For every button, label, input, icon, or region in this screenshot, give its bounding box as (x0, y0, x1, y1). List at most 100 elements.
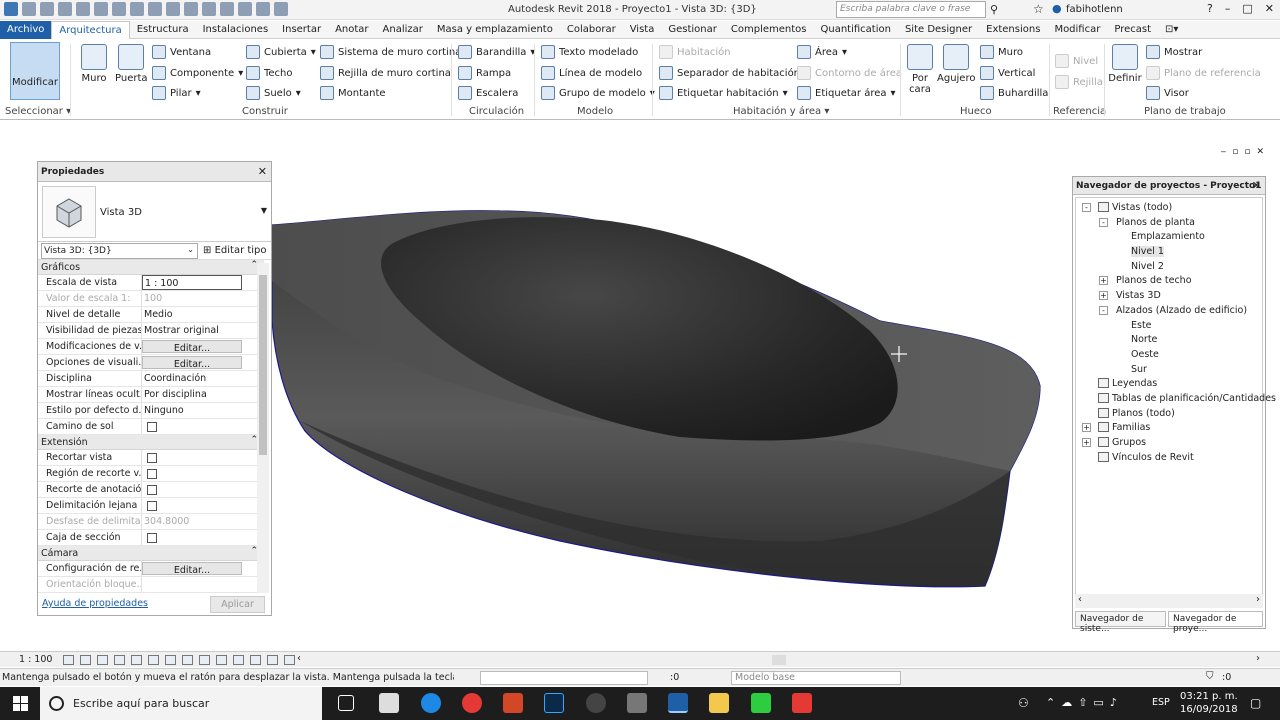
model-group-button[interactable]: Grupo de modelo ▾ (541, 86, 655, 100)
by-face-button[interactable]: Por cara (905, 44, 935, 95)
dormer-button[interactable]: Buhardilla (980, 86, 1048, 100)
tree-node[interactable]: Tablas de planificación/Cantidades (1076, 392, 1276, 407)
reveal-hidden-icon[interactable] (216, 655, 227, 665)
tree-node-label[interactable]: Grupos (1112, 437, 1146, 448)
tree-node[interactable]: Vínculos de Revit (1076, 451, 1262, 466)
curtain-system-button[interactable]: Sistema de muro cortina (320, 45, 461, 59)
collapse-icon[interactable]: - (1099, 217, 1108, 227)
railing-button[interactable]: Barandilla ▾ (458, 45, 535, 59)
undo-icon[interactable] (76, 2, 90, 16)
expand-icon[interactable]: + (1082, 438, 1091, 447)
room-button[interactable]: Habitación (659, 45, 731, 59)
properties-section[interactable]: Cámara ⌃ (38, 546, 264, 561)
chevron-down-icon[interactable]: ▼ (261, 206, 267, 215)
help-icon[interactable]: ? (1207, 2, 1213, 15)
tree-node[interactable]: Sur (1076, 363, 1262, 378)
checkbox[interactable] (147, 501, 157, 511)
curtain-grid-button[interactable]: Rejilla de muro cortina (320, 66, 451, 80)
ref-plane-button[interactable]: Plano de referencia (1146, 66, 1261, 80)
photoshop-icon[interactable] (544, 693, 564, 713)
select-group-label[interactable]: Seleccionar ▾ (5, 106, 71, 117)
visual-style-icon[interactable] (80, 655, 91, 665)
tree-node[interactable]: + Grupos (1076, 436, 1262, 451)
ceiling-button[interactable]: Techo (246, 66, 293, 80)
crop-region-icon[interactable] (165, 655, 176, 665)
view-window-controls[interactable]: ‒▫▫✕ (1221, 147, 1270, 157)
tree-node-label[interactable]: Alzados (Alzado de edificio) (1116, 305, 1247, 316)
property-checkbox[interactable] (142, 419, 242, 434)
tree-node-label[interactable]: Planos de techo (1116, 275, 1192, 286)
instance-selector[interactable]: Vista 3D: {3D} ⌄ (41, 243, 198, 259)
shaft-button[interactable]: Agujero (937, 44, 975, 84)
tab-site-designer[interactable]: Site Designer (898, 21, 979, 39)
tab-colaborar[interactable]: Colaborar (560, 21, 623, 39)
store-icon[interactable] (379, 693, 399, 713)
sun-path-icon[interactable] (97, 655, 108, 665)
property-value[interactable]: Por disciplina (142, 387, 242, 402)
properties-help-link[interactable]: Ayuda de propiedades (42, 598, 148, 609)
task-view-icon[interactable] (338, 695, 354, 711)
checkbox[interactable] (147, 422, 157, 432)
door-button[interactable]: Puerta (115, 44, 148, 84)
type-selector[interactable]: Vista 3D ▼ (38, 182, 271, 242)
view-scale[interactable]: 1 : 100 (19, 654, 52, 665)
property-value[interactable]: Coordinación (142, 371, 242, 386)
tab-analizar[interactable]: Analizar (376, 21, 430, 39)
model-text-button[interactable]: Texto modelado (541, 45, 638, 59)
edit-button[interactable]: Editar... (142, 562, 242, 575)
tab-estructura[interactable]: Estructura (130, 21, 196, 39)
vertical-opening-button[interactable]: Vertical (980, 66, 1035, 80)
windows-start-icon[interactable] (13, 696, 29, 712)
open-icon[interactable] (22, 2, 36, 16)
ribbon-minimize-icon[interactable]: ⊡▾ (1158, 21, 1185, 39)
tree-node[interactable]: Nivel 1 (1076, 245, 1262, 260)
preview-icon[interactable] (284, 655, 295, 665)
mullion-button[interactable]: Montante (320, 86, 386, 100)
set-workplane-button[interactable]: Definir (1108, 44, 1142, 84)
property-checkbox[interactable] (142, 498, 242, 513)
redo-icon[interactable] (94, 2, 108, 16)
modify-button[interactable]: Modificar (10, 42, 60, 100)
analytical-model-icon[interactable] (233, 655, 244, 665)
wall-button[interactable]: Muro (80, 44, 108, 84)
property-checkbox[interactable] (142, 466, 242, 481)
recorder-icon[interactable] (792, 693, 812, 713)
properties-section[interactable]: Extensión ⌃ (38, 435, 264, 450)
tab-extensions[interactable]: Extensions (979, 21, 1047, 39)
tree-node[interactable]: - Planos de planta (1076, 216, 1262, 231)
expand-icon[interactable]: + (1082, 423, 1091, 433)
measure-icon[interactable] (130, 2, 144, 16)
tree-node[interactable]: - Alzados (Alzado de edificio) (1076, 304, 1262, 319)
scroll-right-icon[interactable]: › (1256, 653, 1260, 664)
property-value[interactable]: Mostrar original (142, 323, 242, 338)
area-boundary-button[interactable]: Contorno de área (797, 66, 902, 80)
tab-gestionar[interactable]: Gestionar (661, 21, 724, 39)
tab-arquitectura[interactable]: Arquitectura (51, 20, 130, 39)
room-area-group-label[interactable]: Habitación y área ▾ (733, 106, 829, 117)
tree-node-label[interactable]: Emplazamiento (1131, 231, 1205, 242)
edit-button[interactable]: Editar... (142, 356, 242, 369)
tree-node-label[interactable]: Oeste (1131, 349, 1159, 360)
tree-node-label[interactable]: Leyendas (1112, 378, 1157, 389)
area-button[interactable]: Área ▾ (797, 45, 847, 59)
tab-masa-y-emplazamiento[interactable]: Masa y emplazamiento (430, 21, 560, 39)
close-icon[interactable]: ✕ (1265, 2, 1274, 15)
close-icon[interactable]: ✕ (258, 165, 267, 178)
person-icon[interactable]: ⚇ (1018, 696, 1029, 710)
app-icon[interactable] (586, 693, 606, 713)
print-icon[interactable] (112, 2, 126, 16)
checkbox[interactable] (147, 485, 157, 495)
tree-node-label[interactable]: Familias (1112, 422, 1150, 433)
tab-instalaciones[interactable]: Instalaciones (196, 21, 276, 39)
tab-insertar[interactable]: Insertar (275, 21, 328, 39)
model-line-button[interactable]: Línea de modelo (541, 66, 642, 80)
apply-button[interactable]: Aplicar (210, 596, 265, 613)
help-search-input[interactable]: Escriba palabra clave o frase (836, 1, 986, 18)
notifications-icon[interactable]: ▢ (1250, 696, 1261, 710)
user-name[interactable]: fabihotlenn (1066, 4, 1123, 15)
tree-node[interactable]: Este (1076, 319, 1262, 334)
revit-logo-icon[interactable] (4, 2, 18, 16)
property-value[interactable]: 1 : 100 (142, 275, 242, 290)
crop-view-icon[interactable] (148, 655, 159, 665)
floor-button[interactable]: Suelo ▾ (246, 86, 301, 100)
